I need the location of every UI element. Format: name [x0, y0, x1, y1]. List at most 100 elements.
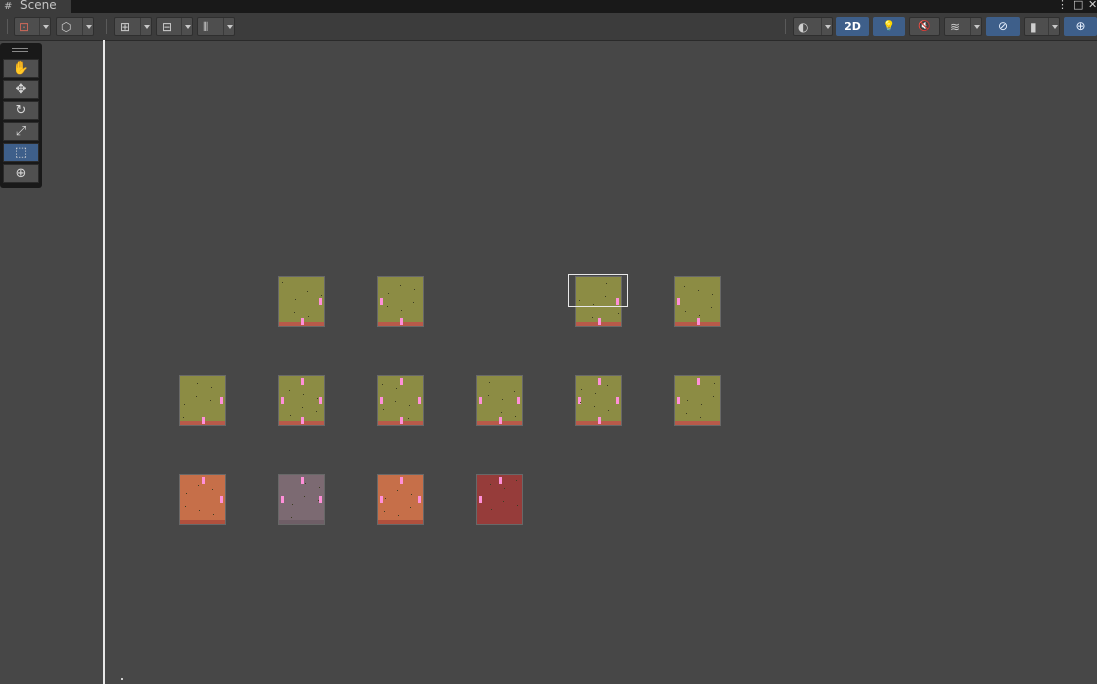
close-icon[interactable]: ✕	[1088, 0, 1097, 11]
door-marker	[499, 477, 502, 484]
texture-speck	[400, 285, 401, 286]
texture-speck	[199, 510, 200, 511]
transform-tool[interactable]: ⊕	[3, 164, 39, 183]
room-tile[interactable]	[575, 375, 622, 426]
door-marker	[400, 378, 403, 385]
texture-speck	[701, 404, 702, 405]
texture-speck	[318, 500, 319, 501]
door-marker	[380, 496, 383, 503]
align-dropdown[interactable]: ⦀	[197, 17, 235, 36]
texture-speck	[317, 398, 318, 399]
room-tile[interactable]	[674, 276, 721, 327]
texture-speck	[515, 416, 516, 417]
texture-speck	[595, 393, 596, 394]
scene-toolbar: ⊡ ⬡ ⊞ ⊟ ⦀ ◐ 2D 💡 🔇 ≋ ⊘ ▮ ⊕	[0, 13, 1097, 41]
room-tile[interactable]	[179, 375, 226, 426]
texture-speck	[686, 413, 687, 414]
texture-speck	[687, 400, 688, 401]
room-tile[interactable]	[377, 474, 424, 525]
door-marker	[202, 417, 205, 424]
door-marker	[400, 417, 403, 424]
door-marker	[319, 397, 322, 404]
door-marker	[598, 378, 601, 385]
shading-sphere-icon: ◐	[798, 20, 809, 34]
transform-icon: ⊕	[15, 166, 27, 181]
room-tile[interactable]	[278, 375, 325, 426]
texture-speck	[398, 515, 399, 516]
chevron-down-icon	[140, 18, 152, 35]
texture-speck	[409, 405, 410, 406]
align-ruler-icon: ⦀	[203, 20, 209, 34]
room-tile[interactable]	[278, 276, 325, 327]
room-tile[interactable]	[278, 474, 325, 525]
cursor-marker	[121, 678, 123, 680]
room-tile[interactable]	[179, 474, 226, 525]
render-mode-dropdown[interactable]: ⬡	[56, 17, 94, 36]
door-marker	[697, 318, 700, 325]
chevron-down-icon	[1048, 18, 1060, 35]
grid-snap-dropdown[interactable]: ⊞	[114, 17, 152, 36]
scene-tab-label: Scene	[20, 0, 57, 12]
texture-speck	[282, 282, 283, 283]
texture-speck	[184, 404, 185, 405]
scene-visibility-toggle[interactable]: ⊘	[986, 17, 1020, 36]
texture-speck	[401, 310, 402, 311]
maximize-icon[interactable]: □	[1073, 0, 1083, 11]
selection-rectangle[interactable]	[568, 274, 628, 307]
room-floor-edge	[675, 421, 720, 425]
2d-mode-toggle[interactable]: 2D	[836, 17, 869, 36]
texture-speck	[395, 401, 396, 402]
texture-speck	[291, 517, 292, 518]
texture-speck	[413, 302, 414, 303]
texture-speck	[397, 490, 398, 491]
scene-visibility-icon: ⊘	[997, 19, 1009, 33]
texture-speck	[303, 394, 304, 395]
door-marker	[499, 417, 502, 424]
room-tile[interactable]	[476, 375, 523, 426]
room-tile[interactable]	[377, 375, 424, 426]
texture-speck	[490, 484, 491, 485]
door-marker	[677, 298, 680, 305]
room-floor-edge	[378, 520, 423, 524]
more-options-icon[interactable]: ⋮	[1057, 0, 1068, 11]
rect-tool[interactable]: ⬚	[3, 143, 39, 162]
camera-dropdown[interactable]: ▮	[1024, 17, 1060, 36]
texture-speck	[319, 487, 320, 488]
door-marker	[220, 397, 223, 404]
scale-tool[interactable]: ⤢	[3, 122, 39, 141]
scene-view-axis-line	[103, 40, 105, 684]
texture-speck	[700, 417, 701, 418]
draw-mode-dropdown[interactable]: ⊡	[14, 17, 51, 36]
chevron-down-icon	[821, 18, 833, 35]
room-tile[interactable]	[377, 276, 424, 327]
move-tool[interactable]: ✥	[3, 80, 39, 99]
door-marker	[598, 417, 601, 424]
room-floor-edge	[180, 520, 225, 524]
texture-speck	[321, 295, 322, 296]
shading-mode-dropdown[interactable]: ◐	[793, 17, 833, 36]
grid-snap-icon: ⊞	[120, 20, 131, 34]
scene-tab[interactable]: # Scene	[0, 0, 71, 13]
audio-mute-icon: 🔇	[918, 21, 931, 32]
texture-speck	[503, 501, 504, 502]
lighting-toggle[interactable]: 💡	[873, 17, 905, 36]
audio-toggle[interactable]: 🔇	[909, 17, 940, 36]
chevron-down-icon	[223, 18, 235, 35]
texture-speck	[294, 312, 295, 313]
toolbar-separator	[7, 19, 8, 34]
rotate-tool[interactable]: ↻	[3, 101, 39, 120]
view-hand-tool[interactable]: ✋	[3, 59, 39, 78]
room-tile[interactable]	[674, 375, 721, 426]
gizmos-dropdown[interactable]: ⊕	[1064, 17, 1097, 36]
texture-speck	[385, 498, 386, 499]
door-marker	[319, 496, 322, 503]
chevron-down-icon	[39, 18, 51, 35]
increment-snap-dropdown[interactable]: ⊟	[156, 17, 193, 36]
toolbar-separator	[785, 19, 786, 34]
effects-dropdown[interactable]: ≋	[944, 17, 982, 36]
overlay-grip[interactable]	[12, 48, 28, 49]
texture-speck	[685, 311, 686, 312]
texture-speck	[594, 406, 595, 407]
overlay-grip[interactable]	[12, 51, 28, 52]
room-tile[interactable]	[476, 474, 523, 525]
